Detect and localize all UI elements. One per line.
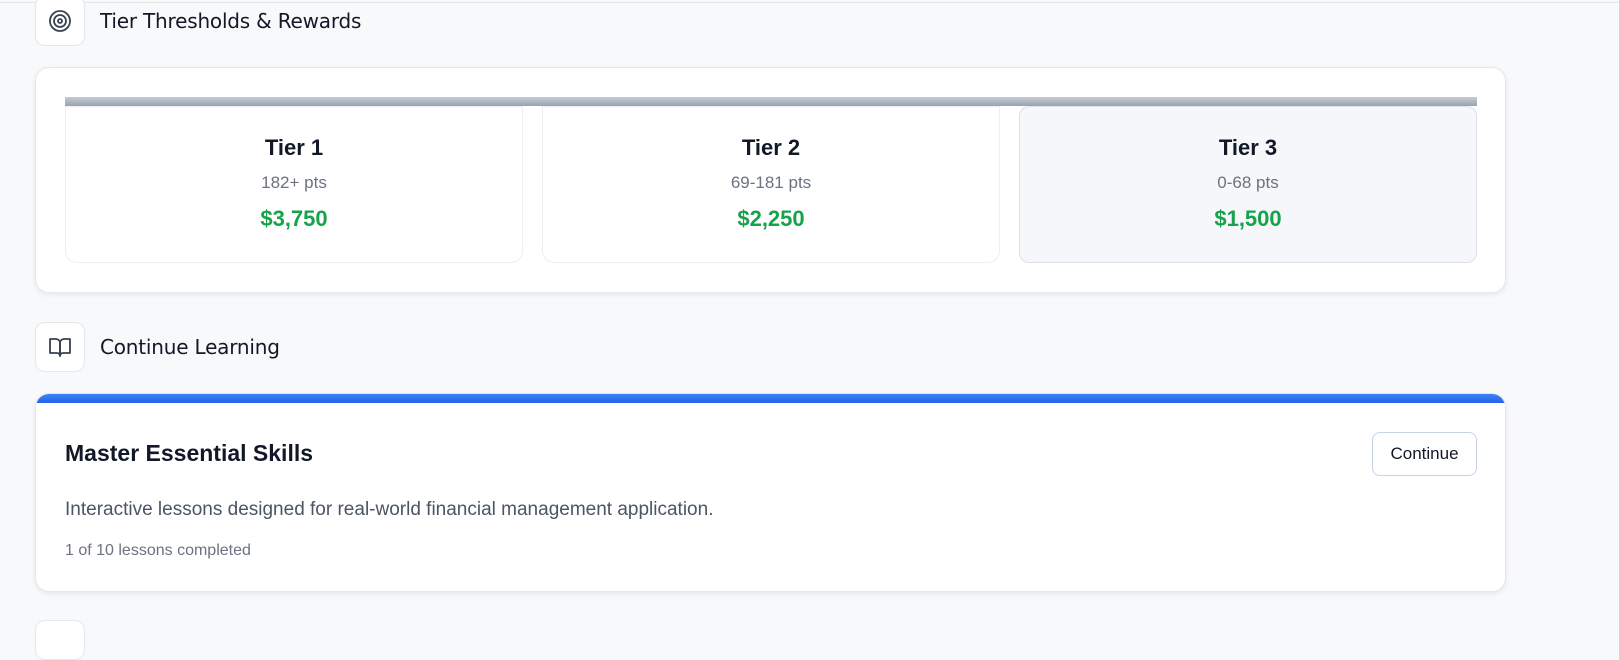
tier-1-box: Tier 1 182+ pts $3,750 — [65, 106, 523, 263]
tier-2-box: Tier 2 69-181 pts $2,250 — [542, 106, 1000, 263]
tier-section-title: Tier Thresholds & Rewards — [100, 9, 362, 33]
tier-progress-bar — [65, 97, 1477, 106]
tier-name: Tier 3 — [1218, 135, 1278, 160]
course-accent-bar — [36, 394, 1505, 403]
tier-reward: $1,500 — [1214, 206, 1282, 231]
tier-reward: $3,750 — [260, 206, 328, 231]
next-section-icon — [35, 620, 85, 660]
tier-name: Tier 1 — [264, 135, 324, 160]
course-card: Master Essential Skills Continue Interac… — [35, 393, 1506, 592]
tier-reward: $2,250 — [737, 206, 805, 231]
tier-name: Tier 2 — [741, 135, 801, 160]
target-icon — [35, 0, 85, 46]
continue-button[interactable]: Continue — [1372, 432, 1477, 476]
tier-3-box-current: Tier 3 0-68 pts $1,500 — [1019, 106, 1477, 263]
learning-section-header: Continue Learning — [35, 322, 280, 372]
tier-thresholds-card: Tier 1 182+ pts $3,750 Tier 2 69-181 pts… — [35, 67, 1506, 293]
tier-range: 69-181 pts — [730, 173, 812, 192]
course-title: Master Essential Skills — [65, 440, 314, 466]
tier-section-header: Tier Thresholds & Rewards — [35, 0, 361, 46]
course-description: Interactive lessons designed for real-wo… — [65, 499, 714, 520]
learning-section-title: Continue Learning — [100, 335, 280, 359]
course-progress-text: 1 of 10 lessons completed — [65, 542, 251, 559]
tier-range: 0-68 pts — [1217, 173, 1279, 192]
tier-range: 182+ pts — [261, 173, 327, 192]
book-open-icon — [35, 322, 85, 372]
